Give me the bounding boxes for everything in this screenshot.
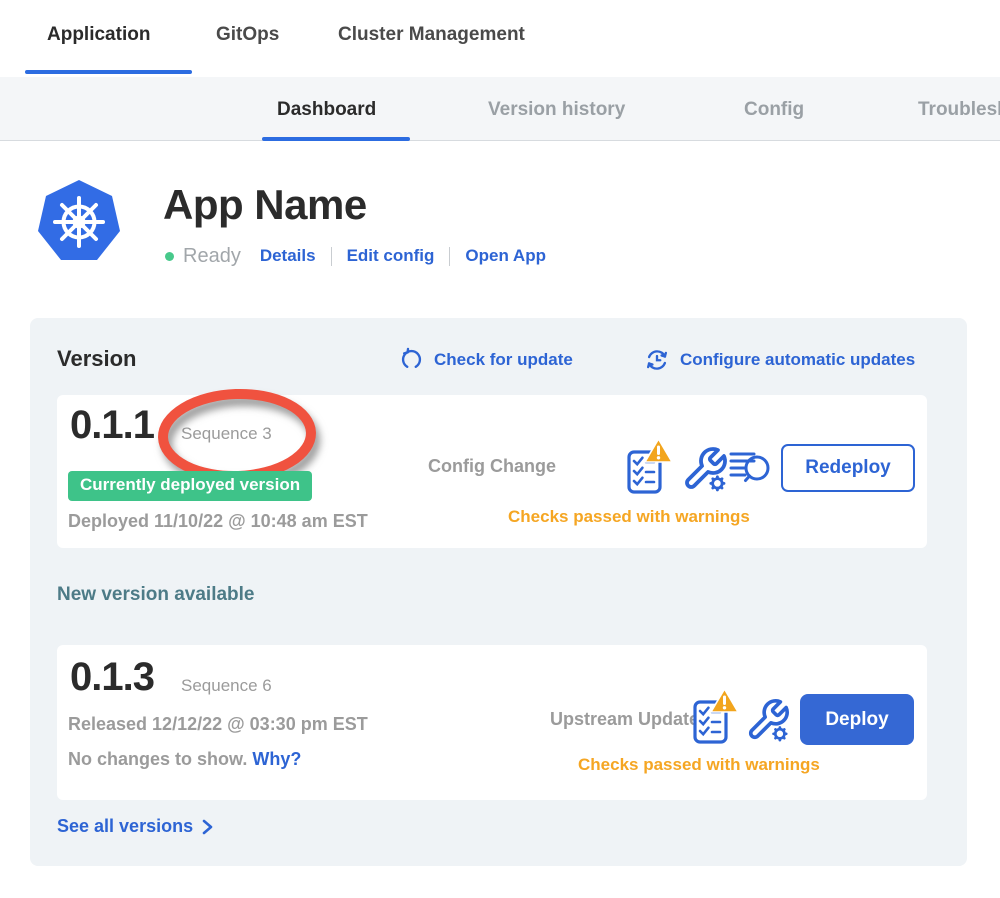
version-card-title: Version bbox=[57, 346, 136, 372]
chevron-right-icon bbox=[201, 818, 214, 836]
why-link[interactable]: Why? bbox=[252, 749, 301, 769]
active-tab-underline bbox=[25, 70, 192, 74]
deployed-version-number: 0.1.1 bbox=[70, 403, 154, 448]
wrench-gear-icon[interactable] bbox=[681, 445, 729, 493]
admin-console-page: Application GitOps Cluster Management Da… bbox=[0, 0, 1000, 898]
secondary-nav: Dashboard Version history Config Trouble… bbox=[0, 77, 1000, 141]
divider bbox=[449, 247, 450, 266]
released-timestamp: Released 12/12/22 @ 03:30 pm EST bbox=[68, 714, 368, 735]
app-status-row: Ready Details Edit config Open App bbox=[165, 243, 546, 269]
deployed-sequence-label: Sequence 3 bbox=[181, 424, 272, 444]
tab-troubleshoot[interactable]: Troubleshoot bbox=[918, 99, 1000, 121]
tab-application[interactable]: Application bbox=[47, 24, 150, 46]
changes-note: No changes to show. Why? bbox=[68, 749, 301, 770]
refresh-icon bbox=[398, 346, 425, 373]
new-version-heading: New version available bbox=[57, 584, 255, 606]
deployed-timestamp: Deployed 11/10/22 @ 10:48 am EST bbox=[68, 511, 368, 532]
view-diff-icon[interactable] bbox=[729, 450, 771, 486]
open-app-link[interactable]: Open App bbox=[465, 246, 546, 266]
see-all-versions-link[interactable]: See all versions bbox=[57, 816, 214, 837]
deployed-checks-status: Checks passed with warnings bbox=[508, 507, 750, 527]
kubernetes-logo-icon bbox=[35, 178, 123, 272]
check-for-update-link[interactable]: Check for update bbox=[398, 346, 573, 373]
details-link[interactable]: Details bbox=[260, 246, 316, 266]
primary-nav: Application GitOps Cluster Management bbox=[0, 0, 1000, 77]
deploy-button[interactable]: Deploy bbox=[800, 694, 914, 745]
deployed-source-label: Config Change bbox=[428, 456, 556, 477]
configure-automatic-updates-label: Configure automatic updates bbox=[680, 350, 915, 370]
tab-version-history[interactable]: Version history bbox=[488, 99, 625, 121]
preflight-checks-icon[interactable] bbox=[626, 437, 674, 495]
available-version-row: 0.1.3 Sequence 6 Released 12/12/22 @ 03:… bbox=[57, 645, 927, 800]
preflight-checks-icon[interactable] bbox=[692, 687, 740, 745]
available-source-label: Upstream Update bbox=[550, 709, 699, 730]
active-subtab-underline bbox=[262, 137, 410, 141]
version-card: Version Check for update Configure autom… bbox=[30, 318, 967, 866]
wrench-gear-icon[interactable] bbox=[745, 697, 791, 743]
available-sequence-label: Sequence 6 bbox=[181, 676, 272, 696]
ready-status-dot-icon bbox=[165, 252, 174, 261]
edit-config-link[interactable]: Edit config bbox=[347, 246, 435, 266]
available-checks-status: Checks passed with warnings bbox=[578, 755, 820, 775]
tab-gitops[interactable]: GitOps bbox=[216, 24, 279, 46]
clock-refresh-icon bbox=[643, 346, 671, 374]
check-for-update-label: Check for update bbox=[434, 350, 573, 370]
deployed-version-row: 0.1.1 Sequence 3 Currently deployed vers… bbox=[57, 395, 927, 548]
divider bbox=[331, 247, 332, 266]
available-version-number: 0.1.3 bbox=[70, 655, 154, 700]
redeploy-button[interactable]: Redeploy bbox=[781, 444, 915, 492]
tab-dashboard[interactable]: Dashboard bbox=[277, 99, 376, 121]
no-changes-text: No changes to show. bbox=[68, 749, 247, 769]
page-title: App Name bbox=[163, 181, 367, 229]
status-label: Ready bbox=[183, 245, 241, 268]
tab-config[interactable]: Config bbox=[744, 99, 804, 121]
configure-automatic-updates-link[interactable]: Configure automatic updates bbox=[643, 346, 915, 374]
tab-cluster-management[interactable]: Cluster Management bbox=[338, 24, 525, 46]
see-all-versions-label: See all versions bbox=[57, 816, 193, 837]
currently-deployed-badge: Currently deployed version bbox=[68, 471, 312, 501]
